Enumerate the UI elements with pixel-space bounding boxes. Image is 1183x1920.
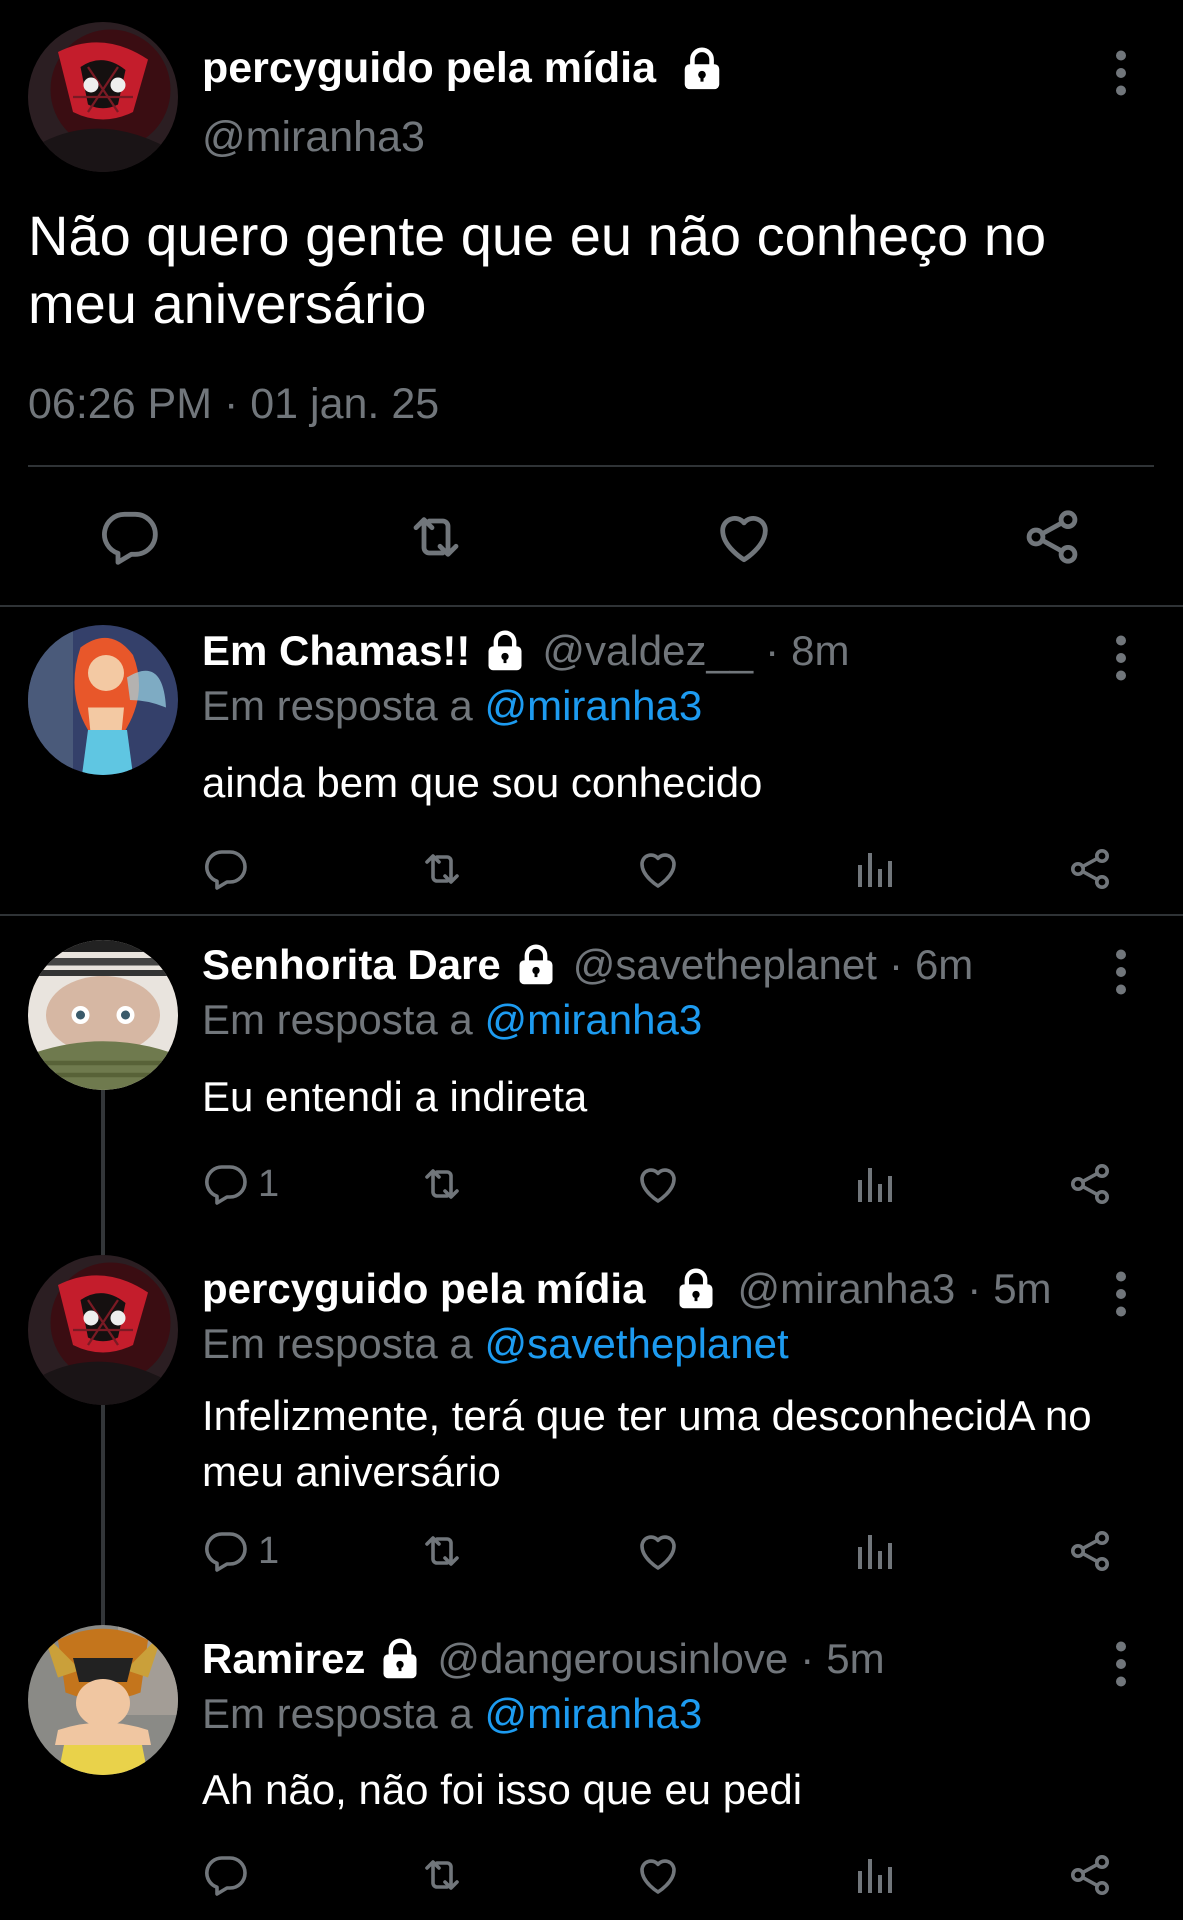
stats-icon[interactable]: [850, 845, 898, 893]
reply-header: Ramirez @dangerousinlove · 5m: [202, 1635, 885, 1683]
reply-text: Ah não, não foi isso que eu pedi: [202, 1766, 803, 1813]
relative-time: 8m: [791, 627, 850, 674]
display-name[interactable]: percyguido pela mídia: [202, 44, 726, 93]
share-icon[interactable]: [1066, 1527, 1114, 1575]
more-options-icon[interactable]: [1106, 633, 1136, 683]
separator: ·: [967, 1265, 982, 1312]
reply-header: percyguido pela mídia @miranha3 · 5m: [202, 1265, 1052, 1313]
avatar[interactable]: [28, 1625, 178, 1775]
separator: ·: [765, 627, 780, 674]
reply-icon[interactable]: [202, 1527, 250, 1575]
display-name[interactable]: Em Chamas!!: [202, 627, 470, 675]
reply-prefix: Em resposta a: [202, 1690, 473, 1737]
stats-icon[interactable]: [850, 1851, 898, 1899]
relative-time: 5m: [826, 1635, 885, 1682]
reply-tweet[interactable]: percyguido pela mídia @miranha3 · 5m Em …: [0, 1255, 1183, 1625]
tweet-thread-screen: percyguido pela mídia @miranha3 Não quer…: [0, 0, 1183, 1920]
reply-text: ainda bem que sou conhecido: [202, 759, 763, 806]
reply-context: Em resposta a @miranha3: [202, 996, 702, 1044]
tweet-timestamp: 06:26 PM · 01 jan. 25: [28, 380, 440, 428]
like-icon[interactable]: [634, 1160, 682, 1208]
tweet-text: Não quero gente que eu não conheço no me…: [28, 204, 1047, 335]
reply-icon[interactable]: [202, 1851, 250, 1899]
relative-time: 5m: [993, 1265, 1052, 1312]
reply-context: Em resposta a @savetheplanet: [202, 1320, 789, 1368]
divider: [28, 465, 1154, 467]
avatar[interactable]: [28, 940, 178, 1090]
retweet-icon[interactable]: [404, 505, 468, 569]
reply-count: 1: [258, 1163, 280, 1205]
reply-prefix: Em resposta a: [202, 1320, 473, 1367]
user-handle[interactable]: @miranha3: [737, 1265, 955, 1313]
lock-icon: [513, 943, 559, 987]
like-icon[interactable]: [634, 1527, 682, 1575]
stats-icon[interactable]: [850, 1160, 898, 1208]
reply-context: Em resposta a @miranha3: [202, 682, 702, 730]
reply-prefix: Em resposta a: [202, 682, 473, 729]
spiderman-avatar-image: [28, 1255, 178, 1405]
more-options-icon[interactable]: [1106, 1639, 1136, 1689]
reply-prefix: Em resposta a: [202, 996, 473, 1043]
mention-link[interactable]: @miranha3: [484, 996, 702, 1043]
lock-icon: [482, 629, 528, 673]
lock-icon: [673, 1267, 719, 1311]
reply-context: Em resposta a @miranha3: [202, 1690, 702, 1738]
user-handle[interactable]: @miranha3: [202, 113, 425, 162]
retweet-icon[interactable]: [418, 1527, 466, 1575]
display-name[interactable]: Ramirez: [202, 1635, 365, 1683]
mention-link[interactable]: @savetheplanet: [484, 1320, 788, 1367]
reply-icon[interactable]: [98, 505, 162, 569]
display-name-text[interactable]: percyguido pela mídia: [202, 44, 656, 93]
retweet-icon[interactable]: [418, 845, 466, 893]
reply-header: Senhorita Dare @savetheplanet · 6m: [202, 941, 973, 989]
display-name[interactable]: percyguido pela mídia: [202, 1265, 645, 1313]
avatar[interactable]: [28, 1255, 178, 1405]
main-tweet: percyguido pela mídia @miranha3 Não quer…: [0, 0, 1183, 605]
reply-tweet[interactable]: Senhorita Dare @savetheplanet · 6m Em re…: [0, 915, 1183, 1255]
more-options-icon[interactable]: [1106, 1269, 1136, 1319]
separator: ·: [800, 1635, 815, 1682]
retweet-icon[interactable]: [418, 1160, 466, 1208]
share-icon[interactable]: [1066, 845, 1114, 893]
share-icon[interactable]: [1020, 505, 1084, 569]
relative-time: 6m: [914, 941, 974, 988]
upside-down-face-avatar-image: [28, 940, 178, 1090]
separator: ·: [888, 941, 903, 988]
fairy-avatar-image: [28, 625, 178, 775]
mention-link[interactable]: @miranha3: [484, 682, 702, 729]
reply-tweet[interactable]: Em Chamas!! @valdez__ · 8m Em resposta a…: [0, 605, 1183, 915]
more-options-icon[interactable]: [1106, 947, 1136, 997]
like-icon[interactable]: [634, 845, 682, 893]
reply-icon[interactable]: [202, 1160, 250, 1208]
like-icon[interactable]: [634, 1851, 682, 1899]
share-icon[interactable]: [1066, 1160, 1114, 1208]
user-handle[interactable]: @dangerousinlove: [437, 1635, 788, 1683]
lock-icon: [377, 1637, 423, 1681]
display-name[interactable]: Senhorita Dare: [202, 941, 501, 989]
share-icon[interactable]: [1066, 1851, 1114, 1899]
reply-text: Infelizmente, terá que ter uma desconhec…: [202, 1392, 1092, 1495]
reply-icon[interactable]: [202, 845, 250, 893]
user-handle[interactable]: @savetheplanet: [573, 941, 877, 989]
reply-header: Em Chamas!! @valdez__ · 8m: [202, 627, 850, 675]
retweet-icon[interactable]: [418, 1851, 466, 1899]
hawkgirl-avatar-image: [28, 1625, 178, 1775]
reply-count: 1: [258, 1530, 280, 1572]
spiderman-avatar-image: [28, 22, 178, 172]
like-icon[interactable]: [712, 505, 776, 569]
more-options-icon[interactable]: [1106, 48, 1136, 98]
avatar[interactable]: [28, 22, 178, 172]
reply-text: Eu entendi a indireta: [202, 1073, 588, 1120]
lock-icon: [678, 46, 726, 92]
mention-link[interactable]: @miranha3: [484, 1690, 702, 1737]
reply-tweet[interactable]: Ramirez @dangerousinlove · 5m Em respost…: [0, 1625, 1183, 1920]
stats-icon[interactable]: [850, 1527, 898, 1575]
user-handle[interactable]: @valdez__: [542, 627, 753, 675]
avatar[interactable]: [28, 625, 178, 775]
